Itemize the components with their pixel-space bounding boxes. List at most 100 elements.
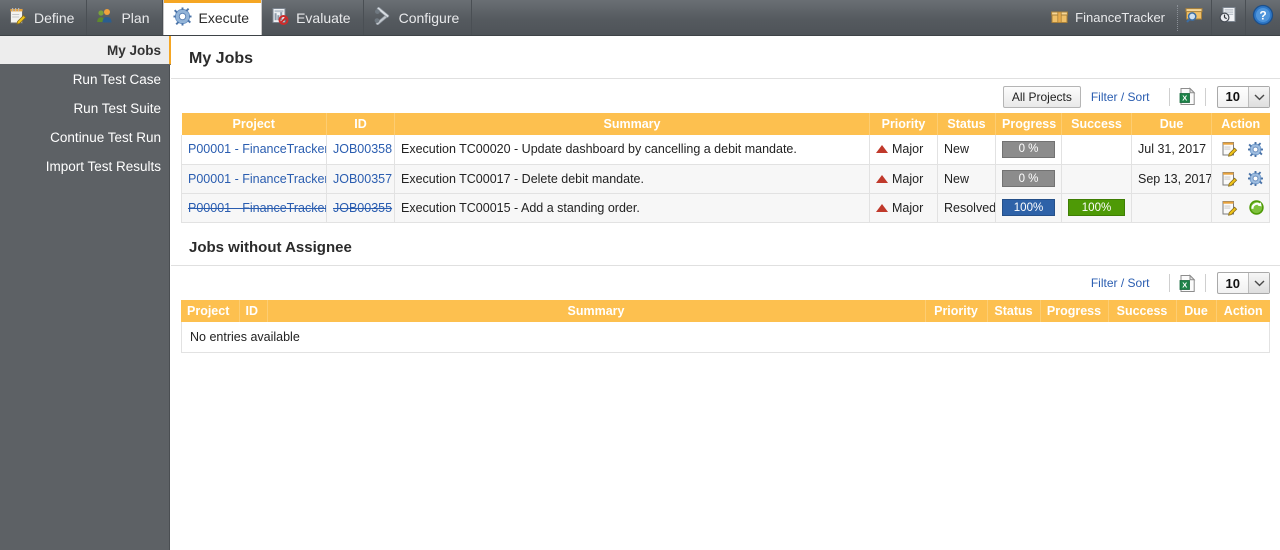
cell-status: Resolved: [937, 193, 996, 223]
page-size-select[interactable]: 10: [1216, 272, 1270, 294]
cell-success: [1061, 135, 1132, 165]
cell-project: P00001 - FinanceTracker: [181, 135, 327, 165]
column-header-project[interactable]: Project: [181, 113, 327, 135]
page-size-select[interactable]: 10: [1216, 85, 1270, 108]
gear-icon[interactable]: [1248, 141, 1263, 157]
cell-action: [1211, 164, 1270, 194]
job-id-link[interactable]: JOB00357: [333, 172, 392, 186]
column-header-success[interactable]: Success: [1061, 113, 1132, 135]
nav-tab-configure-label: Configure: [398, 9, 460, 26]
current-project-selector[interactable]: FinanceTracker: [1041, 4, 1178, 31]
project-link[interactable]: P00001 - FinanceTracker: [188, 201, 326, 215]
jobs-without-assignee-toolbar: Filter / Sort X 10: [171, 266, 1280, 300]
tools-wrench-icon: [373, 6, 392, 28]
cell-summary: Execution TC00020 - Update dashboard by …: [394, 135, 870, 165]
sidebar-item-run-test-suite[interactable]: Run Test Suite: [0, 94, 169, 123]
cell-progress: 0 %: [995, 135, 1062, 165]
column-header-priority[interactable]: Priority: [869, 113, 938, 135]
sidebar-item-my-jobs[interactable]: My Jobs: [0, 36, 173, 65]
cell-progress: 100%: [995, 193, 1062, 223]
search-box-icon-button[interactable]: [1178, 0, 1212, 35]
reopen-refresh-icon[interactable]: [1248, 199, 1265, 216]
column-header-success[interactable]: Success: [1108, 299, 1177, 322]
column-header-project[interactable]: Project: [181, 299, 240, 322]
cell-priority: Major: [869, 193, 938, 223]
priority-label: Major: [892, 200, 924, 215]
top-navigation-bar: Define Plan Execute Evaluate Configure F…: [0, 0, 1280, 36]
column-header-action[interactable]: Action: [1211, 113, 1270, 135]
filter-sort-link[interactable]: Filter / Sort: [1091, 276, 1150, 290]
gear-icon[interactable]: [1248, 171, 1263, 186]
cell-summary: Execution TC00017 - Delete debit mandate…: [394, 164, 870, 194]
nav-tab-evaluate[interactable]: Evaluate: [262, 0, 364, 35]
excel-export-icon[interactable]: X: [1179, 273, 1196, 293]
priority-major-icon: [876, 203, 888, 212]
priority-major-icon: [876, 145, 888, 154]
table-header-row: Project ID Summary Priority Status Progr…: [181, 113, 1270, 135]
my-jobs-table-header: Project ID Summary Priority Status Progr…: [181, 113, 1270, 135]
job-id-link[interactable]: JOB00358: [333, 142, 392, 156]
chevron-down-icon: [1248, 273, 1269, 293]
table-header-row: Project ID Summary Priority Status Progr…: [181, 299, 1270, 322]
sidebar-item-run-test-case[interactable]: Run Test Case: [0, 65, 169, 94]
job-id-link[interactable]: JOB00355: [333, 201, 392, 215]
column-header-progress[interactable]: Progress: [995, 113, 1062, 135]
people-group-icon: [96, 7, 114, 28]
column-header-summary[interactable]: Summary: [394, 113, 870, 135]
project-link[interactable]: P00001 - FinanceTracker: [188, 172, 326, 186]
sidebar-item-label: Import Test Results: [45, 158, 161, 174]
top-nav-items: Define Plan Execute Evaluate Configure: [0, 0, 473, 35]
column-header-priority[interactable]: Priority: [925, 299, 988, 322]
left-sidebar: My Jobs Run Test Case Run Test Suite Con…: [0, 36, 173, 550]
empty-state-message: No entries available: [181, 321, 1270, 353]
edit-icon[interactable]: [1222, 171, 1238, 187]
cell-status: New: [937, 164, 996, 194]
column-header-due[interactable]: Due: [1176, 299, 1217, 322]
column-header-status[interactable]: Status: [987, 299, 1041, 322]
toolbar-divider: [1204, 274, 1206, 292]
edit-icon[interactable]: [1222, 200, 1238, 216]
help-question-icon: ?: [1252, 4, 1274, 31]
cell-progress: 0 %: [995, 164, 1062, 194]
edit-icon[interactable]: [1222, 141, 1238, 157]
sidebar-item-continue-test-run[interactable]: Continue Test Run: [0, 123, 169, 152]
cell-action: [1211, 135, 1270, 165]
notepad-pencil-icon: [9, 7, 27, 28]
chevron-down-icon: [1248, 86, 1269, 107]
nav-tab-configure[interactable]: Configure: [364, 0, 473, 35]
nav-tab-execute[interactable]: Execute: [162, 0, 263, 35]
priority-major-icon: [876, 174, 888, 183]
recent-history-icon-button[interactable]: [1212, 0, 1246, 35]
column-header-summary[interactable]: Summary: [267, 299, 926, 322]
project-link[interactable]: P00001 - FinanceTracker: [188, 142, 326, 156]
sidebar-item-import-test-results[interactable]: Import Test Results: [0, 152, 169, 181]
sidebar-item-label: Continue Test Run: [50, 129, 161, 145]
help-question-icon-button[interactable]: ?: [1246, 0, 1280, 35]
box-icon: [1051, 9, 1069, 27]
column-header-status[interactable]: Status: [937, 113, 996, 135]
column-header-id[interactable]: ID: [326, 113, 395, 135]
column-header-due[interactable]: Due: [1131, 113, 1212, 135]
column-header-progress[interactable]: Progress: [1040, 299, 1109, 322]
nav-tab-plan-label: Plan: [121, 9, 150, 26]
current-project-label: FinanceTracker: [1075, 10, 1165, 25]
nav-tab-plan[interactable]: Plan: [87, 0, 163, 35]
cell-status: New: [937, 135, 996, 165]
nav-tab-define[interactable]: Define: [0, 0, 88, 35]
cell-due: Jul 31, 2017: [1131, 135, 1212, 165]
filter-sort-link[interactable]: Filter / Sort: [1091, 90, 1150, 104]
page-size-value: 10: [1225, 89, 1240, 104]
column-header-id[interactable]: ID: [239, 299, 268, 322]
jobs-without-assignee-table-wrapper: Project ID Summary Priority Status Progr…: [171, 299, 1280, 353]
excel-export-icon[interactable]: X: [1179, 87, 1196, 106]
sidebar-item-label: Run Test Suite: [73, 100, 161, 116]
cell-id: JOB00357: [326, 164, 395, 194]
all-projects-button[interactable]: All Projects: [1002, 85, 1081, 108]
column-header-action[interactable]: Action: [1216, 299, 1270, 322]
table-row: P00001 - FinanceTracker JOB00355 Executi…: [181, 193, 1270, 223]
page-size-value: 10: [1225, 275, 1240, 291]
sidebar-item-label: My Jobs: [106, 42, 161, 58]
jobs-without-assignee-title: Jobs without Assignee: [171, 223, 1280, 266]
nav-tab-evaluate-label: Evaluate: [296, 9, 351, 26]
jobs-without-assignee-table-header: Project ID Summary Priority Status Progr…: [181, 299, 1270, 322]
